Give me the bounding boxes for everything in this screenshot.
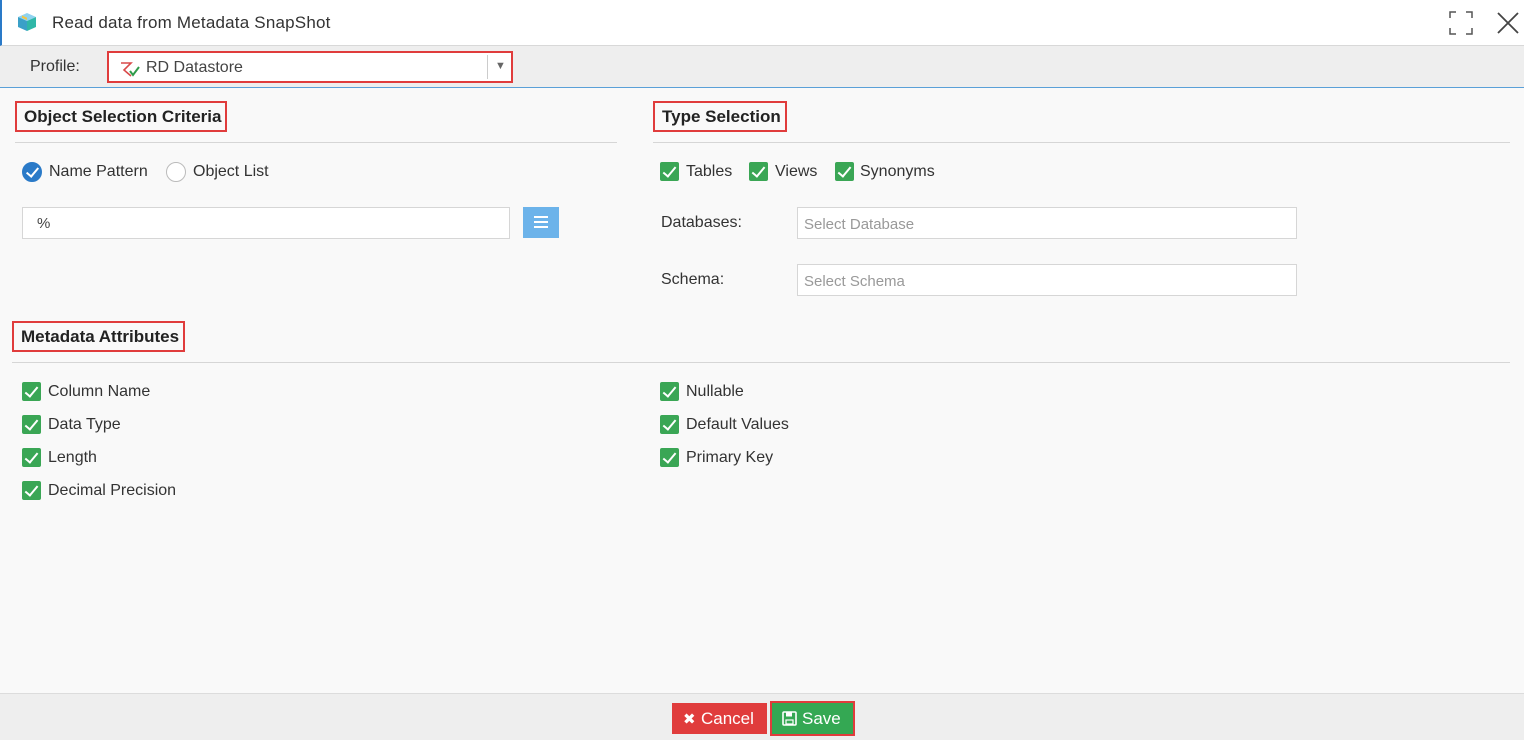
profile-bar: Profile: RD Datastore ▼	[0, 46, 1524, 88]
select-divider	[487, 55, 488, 79]
length-checkbox[interactable]	[22, 448, 41, 467]
database-placeholder: Select Database	[804, 216, 915, 233]
window-title: Read data from Metadata SnapShot	[52, 13, 331, 32]
synonyms-checkbox[interactable]	[835, 162, 854, 181]
name-pattern-radio[interactable]	[22, 162, 42, 182]
object-selection-title: Object Selection Criteria	[15, 101, 228, 132]
object-list-label: Object List	[193, 163, 269, 180]
name-pattern-value: %	[37, 215, 51, 232]
nullable-checkbox[interactable]	[660, 382, 679, 401]
profile-select[interactable]: RD Datastore ▼	[107, 51, 513, 83]
database-select[interactable]: Select Database	[797, 207, 1297, 239]
cancel-x-icon: ✖	[683, 711, 696, 728]
dialog-footer: ✖ Cancel Save	[0, 693, 1524, 740]
views-checkbox[interactable]	[749, 162, 768, 181]
maximize-icon[interactable]	[1448, 10, 1474, 36]
primary-key-checkbox[interactable]	[660, 448, 679, 467]
cancel-label: Cancel	[701, 709, 754, 728]
column-name-checkbox[interactable]	[22, 382, 41, 401]
schema-select[interactable]: Select Schema	[797, 264, 1297, 296]
title-bar: Read data from Metadata SnapShot	[0, 0, 1524, 46]
profile-label: Profile:	[30, 58, 80, 75]
metadata-attributes-title: Metadata Attributes	[12, 321, 186, 352]
tables-checkbox[interactable]	[660, 162, 679, 181]
default-values-checkbox[interactable]	[660, 415, 679, 434]
decimal-precision-checkbox[interactable]	[22, 481, 41, 500]
floppy-disk-icon	[782, 711, 797, 726]
views-label: Views	[775, 163, 818, 180]
data-type-label: Data Type	[48, 416, 121, 433]
type-selection-title: Type Selection	[653, 101, 787, 132]
cancel-button[interactable]: ✖ Cancel	[672, 703, 767, 734]
type-selection-divider	[653, 142, 1510, 143]
object-selection-divider	[15, 142, 617, 143]
cube-icon	[18, 13, 36, 31]
save-label: Save	[802, 709, 841, 728]
synonyms-label: Synonyms	[860, 163, 935, 180]
decimal-precision-label: Decimal Precision	[48, 482, 177, 499]
tables-label: Tables	[686, 163, 733, 180]
dropdown-arrow-icon[interactable]: ▼	[495, 60, 506, 72]
primary-key-label: Primary Key	[686, 449, 774, 466]
nullable-label: Nullable	[686, 383, 744, 400]
default-values-label: Default Values	[686, 416, 789, 433]
length-label: Length	[48, 449, 97, 466]
schema-placeholder: Select Schema	[804, 273, 905, 290]
datastore-check-icon	[121, 62, 140, 77]
metadata-attributes-divider	[12, 362, 1510, 363]
profile-value: RD Datastore	[146, 59, 243, 76]
databases-label: Databases:	[661, 214, 742, 231]
name-pattern-input[interactable]: %	[22, 207, 510, 239]
name-pattern-label: Name Pattern	[49, 163, 148, 180]
save-button[interactable]: Save	[770, 701, 855, 736]
close-icon[interactable]	[1494, 9, 1522, 37]
list-menu-button[interactable]	[523, 207, 559, 238]
object-list-radio[interactable]	[166, 162, 186, 182]
data-type-checkbox[interactable]	[22, 415, 41, 434]
column-name-label: Column Name	[48, 383, 151, 400]
schema-label: Schema:	[661, 271, 725, 288]
